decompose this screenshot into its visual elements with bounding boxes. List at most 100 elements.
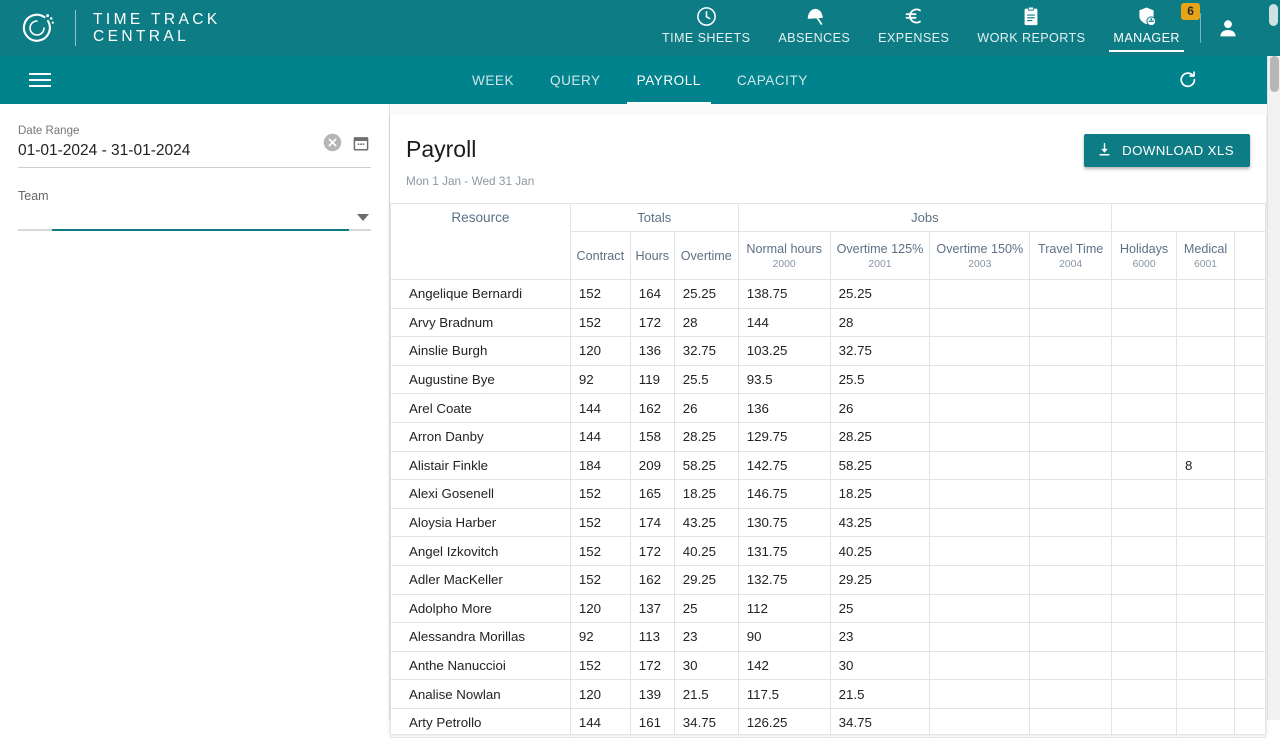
cell-contract: 152 (570, 480, 630, 509)
cell-holidays (1112, 708, 1177, 737)
cell-normal: 117.5 (738, 680, 830, 709)
page-scrollbar-top[interactable] (1267, 0, 1280, 56)
team-field[interactable]: Team (18, 168, 371, 231)
cell-holidays (1112, 480, 1177, 509)
column-group-blank (1112, 204, 1266, 232)
table-row[interactable]: Angel Izkovitch15217240.25131.7540.25 (391, 537, 1266, 566)
nav-label-manager: MANAGER (1113, 31, 1179, 45)
cell-extra (1235, 394, 1266, 423)
cell-extra (1235, 594, 1266, 623)
table-row[interactable]: Adolpho More1201372511225 (391, 594, 1266, 623)
table-row[interactable]: Arvy Bradnum1521722814428 (391, 308, 1266, 337)
nav-item-manager[interactable]: MANAGER 6 (1099, 0, 1193, 56)
team-value[interactable] (18, 204, 371, 229)
cell-holidays (1112, 537, 1177, 566)
cell-ot150 (930, 537, 1030, 566)
cell-extra (1235, 308, 1266, 337)
table-row[interactable]: Analise Nowlan12013921.5117.521.5 (391, 680, 1266, 709)
table-row[interactable]: Alessandra Morillas92113239023 (391, 623, 1266, 652)
chevron-down-icon[interactable] (357, 214, 369, 221)
cell-ot150 (930, 708, 1030, 737)
download-xls-button[interactable]: DOWNLOAD XLS (1084, 134, 1250, 167)
cell-holidays (1112, 337, 1177, 366)
primary-navigation: TIME SHEETS ABSENCES EXPENSES (648, 0, 1249, 56)
cell-travel (1030, 422, 1112, 451)
cell-resource-name: Angelique Bernardi (391, 280, 571, 309)
table-row[interactable]: Alistair Finkle18420958.25142.7558.258 (391, 451, 1266, 480)
cell-ot125: 29.25 (830, 565, 930, 594)
table-row[interactable]: Arel Coate1441622613626 (391, 394, 1266, 423)
cell-resource-name: Alessandra Morillas (391, 623, 571, 652)
cell-overtime: 28 (674, 308, 738, 337)
download-icon (1096, 141, 1113, 161)
cell-hours: 174 (630, 508, 674, 537)
table-row[interactable]: Anthe Nanuccioi1521723014230 (391, 651, 1266, 680)
brand-line-1: TIME TRACK (93, 11, 221, 28)
brand-line-2: CENTRAL (93, 28, 221, 45)
nav-item-time-sheets[interactable]: TIME SHEETS (648, 0, 764, 56)
person-account-icon[interactable] (1207, 0, 1249, 56)
page-scrollbar-thumb[interactable] (1270, 56, 1279, 92)
cell-ot150 (930, 565, 1030, 594)
cell-hours: 136 (630, 337, 674, 366)
payroll-table: Resource Totals Jobs Contract Hours (390, 203, 1266, 738)
table-row[interactable]: Arron Danby14415828.25129.7528.25 (391, 422, 1266, 451)
refresh-icon[interactable] (1168, 56, 1208, 104)
nav-item-absences[interactable]: ABSENCES (764, 0, 864, 56)
supervisor-badge-icon (1135, 3, 1158, 29)
column-label-holidays: Holidays (1120, 242, 1168, 256)
tab-query[interactable]: QUERY (532, 56, 619, 104)
date-range-label: Date Range (18, 104, 371, 138)
cell-travel (1030, 537, 1112, 566)
table-row[interactable]: Angelique Bernardi15216425.25138.7525.25 (391, 280, 1266, 309)
cell-hours: 162 (630, 394, 674, 423)
tab-capacity[interactable]: CAPACITY (719, 56, 826, 104)
cell-extra (1235, 337, 1266, 366)
page-scrollbar[interactable] (1267, 56, 1280, 720)
cell-hours: 172 (630, 537, 674, 566)
cell-ot125: 25.5 (830, 365, 930, 394)
table-group-header-row: Resource Totals Jobs (391, 204, 1266, 232)
tab-week[interactable]: WEEK (454, 56, 532, 104)
table-row[interactable]: Augustine Bye9211925.593.525.5 (391, 365, 1266, 394)
cell-holidays (1112, 594, 1177, 623)
cell-overtime: 32.75 (674, 337, 738, 366)
table-row[interactable]: Arty Petrollo14416134.75126.2534.75 (391, 708, 1266, 737)
clear-circle-icon[interactable] (322, 132, 343, 153)
cell-normal: 136 (738, 394, 830, 423)
column-code-travel-time: 2004 (1034, 259, 1107, 270)
date-range-value[interactable]: 01-01-2024 - 31-01-2024 (18, 138, 371, 167)
cell-normal: 126.25 (738, 708, 830, 737)
tab-payroll[interactable]: PAYROLL (619, 56, 719, 104)
hamburger-menu-icon[interactable] (18, 56, 62, 104)
column-header-hours: Hours (630, 232, 674, 280)
table-row[interactable]: Aloysia Harber15217443.25130.7543.25 (391, 508, 1266, 537)
cell-ot150 (930, 422, 1030, 451)
cell-travel (1030, 451, 1112, 480)
cell-contract: 144 (570, 394, 630, 423)
cell-ot125: 28.25 (830, 422, 930, 451)
payroll-card: Payroll Mon 1 Jan - Wed 31 Jan DOWNLOAD … (390, 114, 1266, 734)
calendar-icon[interactable] (351, 133, 371, 153)
table-row[interactable]: Ainslie Burgh12013632.75103.2532.75 (391, 337, 1266, 366)
cell-travel (1030, 480, 1112, 509)
cell-overtime: 25.5 (674, 365, 738, 394)
nav-item-expenses[interactable]: EXPENSES (864, 0, 963, 56)
column-header-holidays: Holidays 6000 (1112, 232, 1177, 280)
cell-travel (1030, 337, 1112, 366)
nav-item-work-reports[interactable]: WORK REPORTS (963, 0, 1099, 56)
brand-logo: TIME TRACK CENTRAL (0, 9, 221, 47)
cell-medical (1177, 337, 1235, 366)
cell-holidays (1112, 451, 1177, 480)
column-code-medical: 6001 (1181, 259, 1230, 270)
cell-ot150 (930, 451, 1030, 480)
filter-sidebar: Date Range 01-01-2024 - 31-01-2024 (0, 104, 390, 720)
column-label-normal-hours: Normal hours (746, 242, 822, 256)
cell-medical (1177, 651, 1235, 680)
table-row[interactable]: Adler MacKeller15216229.25132.7529.25 (391, 565, 1266, 594)
column-code-holidays: 6000 (1116, 259, 1172, 270)
date-range-field[interactable]: Date Range 01-01-2024 - 31-01-2024 (18, 104, 371, 168)
page-scrollbar-top-thumb[interactable] (1269, 4, 1278, 26)
table-row[interactable]: Alexi Gosenell15216518.25146.7518.25 (391, 480, 1266, 509)
cell-resource-name: Alistair Finkle (391, 451, 571, 480)
